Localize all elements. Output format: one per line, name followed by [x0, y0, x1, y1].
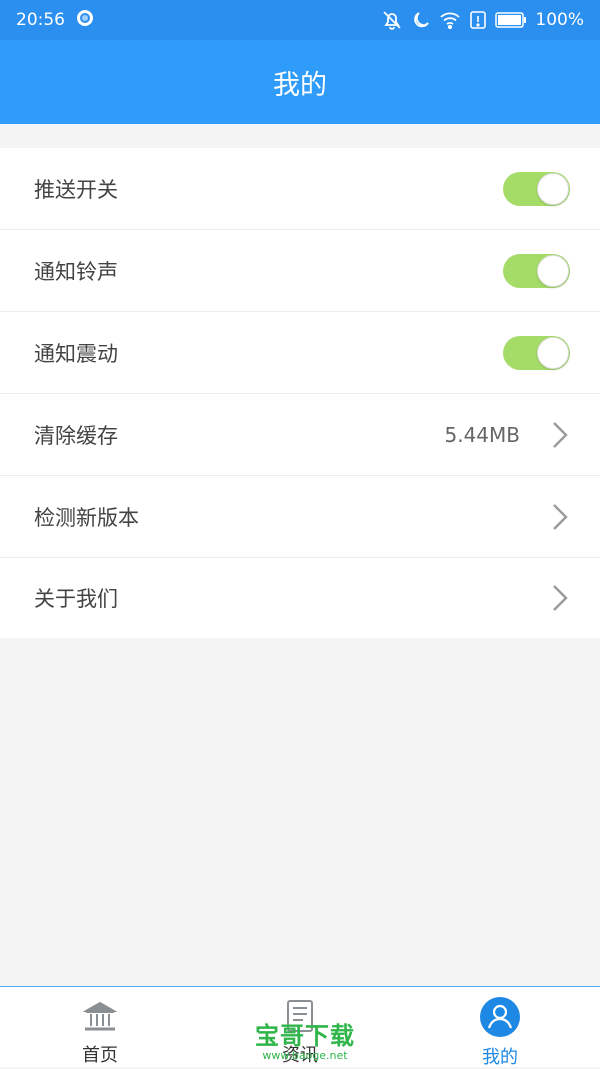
chevron-right-icon [553, 585, 568, 611]
tab-news-label: 资讯 [282, 1045, 318, 1066]
chevron-right-icon [553, 421, 568, 448]
about-row[interactable]: 关于我们 [0, 558, 600, 638]
clear-cache-label: 清除缓存 [34, 423, 118, 448]
vibration-row: 通知震动 [0, 312, 600, 394]
vibration-toggle[interactable] [503, 335, 570, 370]
check-update-row[interactable]: 检测新版本 [0, 476, 600, 558]
battery-icon [495, 12, 527, 28]
cache-size: 5.44MB [444, 422, 520, 447]
status-time: 20:56 [16, 10, 65, 30]
page-title: 我的 [273, 69, 327, 101]
ringtone-label: 通知铃声 [34, 259, 118, 284]
bank-icon [83, 1001, 117, 1031]
push-row: 推送开关 [0, 148, 600, 230]
circle-status-icon [75, 8, 95, 33]
status-bar: 20:56 100% [0, 0, 600, 40]
about-label: 关于我们 [34, 587, 118, 611]
moon-icon [411, 10, 431, 30]
toggle-knob [537, 172, 569, 205]
toggle-knob [537, 336, 569, 369]
toggle-knob [537, 254, 569, 287]
vibration-label: 通知震动 [34, 341, 118, 366]
bottom-tab-bar: 首页 资讯 我的 [0, 986, 600, 1068]
wifi-icon [439, 10, 461, 30]
tab-mine[interactable]: 我的 [400, 987, 600, 1068]
tab-mine-label: 我的 [482, 1047, 518, 1068]
alert-icon [469, 10, 487, 30]
push-label: 推送开关 [34, 177, 118, 202]
push-toggle[interactable] [503, 171, 570, 206]
document-icon [287, 1000, 313, 1032]
tab-home[interactable]: 首页 [0, 987, 200, 1067]
battery-percent: 100% [535, 10, 584, 30]
check-update-label: 检测新版本 [34, 505, 139, 530]
ringtone-row: 通知铃声 [0, 230, 600, 312]
user-icon [480, 997, 520, 1037]
ringtone-toggle[interactable] [503, 253, 570, 288]
settings-list: 推送开关 通知铃声 通知震动 清除缓存 5.44MB 检测新版本 关于我们 [0, 148, 600, 638]
tab-news[interactable]: 资讯 [200, 987, 400, 1067]
chevron-right-icon [553, 503, 568, 530]
clear-cache-row[interactable]: 清除缓存 5.44MB [0, 394, 600, 476]
page-header: 我的 [0, 40, 600, 124]
bell-off-icon [381, 9, 403, 31]
tab-home-label: 首页 [82, 1045, 118, 1066]
